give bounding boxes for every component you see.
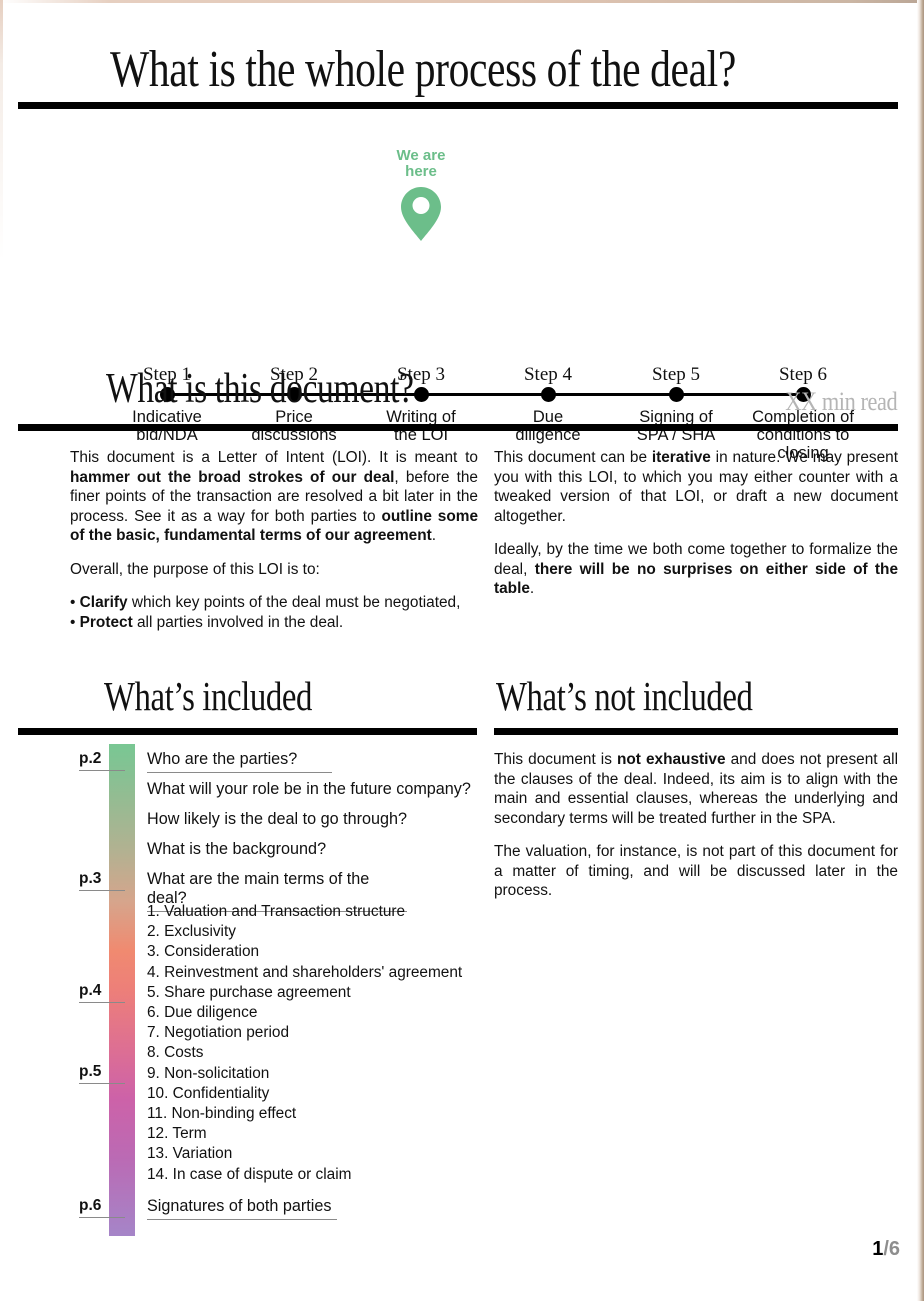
page-edge-top	[0, 0, 924, 3]
para1-text-3: .	[431, 527, 437, 544]
toc-subitem[interactable]: 5. Share purchase agreement	[147, 983, 477, 1003]
not-included-column: This document is not exhaustive and does…	[494, 750, 898, 901]
document-section-divider	[18, 424, 898, 431]
bullet-marker: •	[70, 613, 80, 631]
toc-item-signatures[interactable]: Signatures of both parties	[147, 1197, 337, 1220]
nipara1-bold-1: not exhaustive	[616, 751, 726, 768]
not-included-para-2: The valuation, for instance, is not part…	[494, 843, 898, 899]
page-number-current: 1	[872, 1238, 884, 1260]
toc-subitem[interactable]: 3. Consideration	[147, 942, 477, 962]
document-right-para-2: Ideally, by the time we both come togeth…	[494, 540, 898, 599]
document-right-column: This document can be iterative in nature…	[494, 448, 898, 599]
document-right-para-1: This document can be iterative in nature…	[494, 448, 898, 526]
we-are-here-label-line1: We are	[396, 147, 446, 164]
included-section-title-text: What’s included	[104, 673, 313, 719]
not-included-para-1: This document is not exhaustive and does…	[494, 750, 898, 828]
process-timeline: We are here Step 1 Indicative bid/NDA Step …	[0, 130, 924, 463]
toc-subitem[interactable]: 12. Term	[147, 1124, 477, 1144]
not-included-divider	[494, 728, 898, 735]
document-left-column: This document is a Letter of Intent (LOI…	[70, 448, 478, 632]
document-left-para-1: This document is a Letter of Intent (LOI…	[70, 448, 478, 546]
document-left-para-2: Overall, the purpose of this LOI is to:	[70, 560, 320, 578]
bullet-1-bold: Clarify	[79, 594, 128, 611]
toc-subitem-list: 1. Valuation and Transaction structure 2.…	[147, 902, 477, 1185]
toc-subitem[interactable]: 14. In case of dispute or claim	[147, 1165, 477, 1185]
included-divider	[18, 728, 477, 735]
rpara2-bold-1: there will be no surprises on either sid…	[494, 560, 898, 598]
included-section-title: What’s included	[104, 674, 364, 719]
page-title: What is the whole process of the deal?	[110, 42, 892, 98]
we-are-here-marker: We are here	[366, 148, 476, 247]
page-number-total: /6	[883, 1238, 900, 1260]
toc-page-marker-p5: p.5	[79, 1063, 125, 1084]
title-divider	[18, 102, 898, 109]
document-left-bullets: • Clarify which key points of the deal m…	[70, 593, 478, 632]
toc-subitem[interactable]: 11. Non-binding effect	[147, 1104, 477, 1124]
toc-subitem[interactable]: 6. Due diligence	[147, 1003, 477, 1023]
toc-page-marker-p3: p.3	[79, 870, 125, 891]
bullet-item-protect: • Protect all parties involved in the de…	[70, 613, 478, 633]
toc-subitem[interactable]: 4. Reinvestment and shareholders' agreem…	[147, 963, 477, 983]
toc-item[interactable]: What is the background?	[147, 840, 326, 862]
document-section-title-text: What is this document?	[106, 366, 414, 412]
rpara1-text-1: This document can be	[494, 449, 652, 466]
table-of-contents: p.2 Who are the parties? What will your ro…	[0, 744, 480, 1239]
para1-text-1: This document is a Letter of Intent (LOI…	[70, 449, 478, 466]
not-included-section-title-text: What’s not included	[496, 673, 753, 719]
toc-subitem[interactable]: 8. Costs	[147, 1043, 477, 1063]
timeline-step-label-6: Step 6	[778, 364, 828, 385]
toc-page-marker-p4: p.4	[79, 982, 125, 1003]
bullet-marker: •	[70, 594, 80, 611]
toc-subitem[interactable]: 10. Confidentiality	[147, 1084, 477, 1104]
toc-item[interactable]: Who are the parties?	[147, 750, 332, 773]
toc-subitem[interactable]: 9. Non-solicitation	[147, 1064, 477, 1084]
document-section-title: What is this document?	[106, 366, 490, 412]
toc-subitem[interactable]: 7. Negotiation period	[147, 1023, 477, 1043]
toc-item[interactable]: What will your role be in the future com…	[147, 780, 471, 802]
bullet-1-rest: which key points of the deal must be neg…	[127, 594, 461, 611]
not-included-section-title: What’s not included	[496, 674, 817, 719]
toc-subitem[interactable]: 1. Valuation and Transaction structure	[147, 902, 477, 922]
bullet-2-bold: Protect	[79, 613, 133, 631]
read-time-label: XX min read	[784, 387, 897, 416]
bullet-2-rest: all parties involved in the deal.	[132, 613, 344, 631]
page-number: 1/6	[872, 1238, 900, 1261]
toc-subitem[interactable]: 13. Variation	[147, 1144, 477, 1164]
toc-subitem[interactable]: 2. Exclusivity	[147, 922, 477, 942]
toc-item[interactable]: How likely is the deal to go through?	[147, 810, 407, 832]
document-page: What is the whole process of the deal? W…	[0, 0, 924, 1301]
page-title-text: What is the whole process of the deal?	[110, 41, 736, 98]
we-are-here-label-line2: here	[405, 163, 437, 180]
map-pin-icon	[401, 187, 441, 241]
bullet-item-clarify: • Clarify which key points of the deal m…	[70, 593, 478, 613]
rpara1-bold-1: iterative	[651, 449, 711, 466]
rpara2-text-2: .	[529, 580, 535, 597]
toc-page-marker-p2: p.2	[79, 750, 125, 771]
nipara1-text-1: This document is	[494, 751, 617, 768]
timeline-dot-5	[669, 387, 684, 402]
timeline-dot-4	[541, 387, 556, 402]
para1-bold-1: hammer out the broad strokes of our deal	[70, 468, 395, 486]
toc-page-marker-p6: p.6	[79, 1197, 125, 1218]
